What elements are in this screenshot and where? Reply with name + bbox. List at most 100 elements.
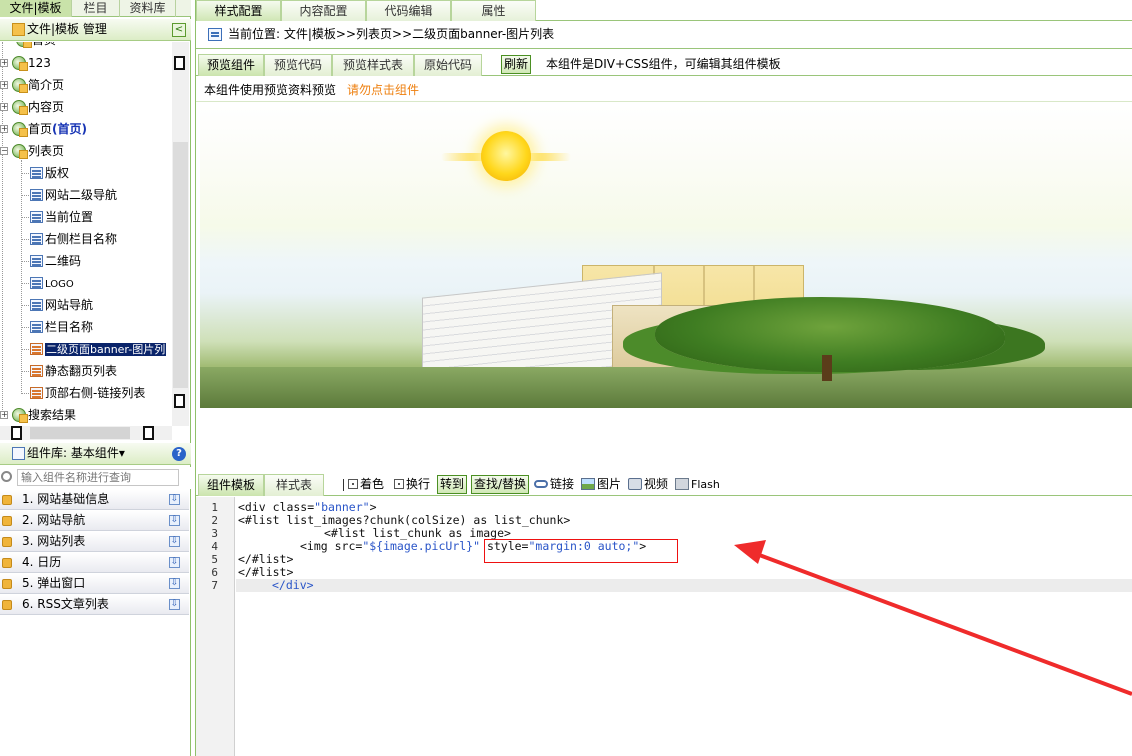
page-group-icon xyxy=(12,143,28,159)
tree-item-intro[interactable]: + 简介页 xyxy=(0,76,64,94)
tree-item-site-nav[interactable]: 网站导航 xyxy=(30,296,93,314)
scroll-thumb[interactable] xyxy=(30,427,130,439)
page-group-icon xyxy=(16,42,32,48)
expand-icon[interactable]: + xyxy=(0,125,8,133)
library-item-navigation[interactable]: 2. 网站导航 ⇩ xyxy=(0,511,189,531)
tree-item-123[interactable]: + 123 xyxy=(0,54,51,72)
collapse-button[interactable]: < xyxy=(172,23,186,37)
expand-down-icon[interactable]: ⇩ xyxy=(169,494,180,505)
library-title[interactable]: 组件库: 基本组件▾ xyxy=(27,443,125,464)
expand-icon[interactable]: + xyxy=(0,411,8,419)
link-button[interactable]: 链接 xyxy=(534,474,574,496)
component-icon xyxy=(30,188,43,201)
collapse-icon[interactable]: − xyxy=(0,147,8,155)
library-item-rss[interactable]: 6. RSS文章列表 ⇩ xyxy=(0,595,189,615)
library-item-basic-info[interactable]: 1. 网站基础信息 ⇩ xyxy=(0,490,189,510)
library-item-list[interactable]: 3. 网站列表 ⇩ xyxy=(0,532,189,552)
expand-icon[interactable]: + xyxy=(0,81,8,89)
location-icon xyxy=(208,28,222,41)
component-search-input[interactable] xyxy=(17,469,179,486)
left-panel: 文件|模板 栏目 资料库 文件|模板 管理 < 首页 + 123 + 简介页 xyxy=(0,0,191,756)
wrap-toggle[interactable]: 换行 xyxy=(394,474,430,496)
page-group-icon xyxy=(12,55,28,71)
tree-item-content[interactable]: + 内容页 xyxy=(0,98,64,116)
left-top-tabs: 文件|模板 栏目 资料库 xyxy=(0,0,191,17)
expand-down-icon[interactable]: ⇩ xyxy=(169,536,180,547)
expand-down-icon[interactable]: ⇩ xyxy=(169,515,180,526)
video-button[interactable]: 视频 xyxy=(628,474,668,496)
preview-tabs: 预览组件 预览代码 预览样式表 原始代码 刷新 本组件是DIV+CSS组件，可编… xyxy=(196,54,1132,76)
component-icon xyxy=(30,276,43,289)
tab-code-edit[interactable]: 代码编辑 xyxy=(366,0,451,21)
scroll-left-button[interactable] xyxy=(11,426,22,440)
tree-item-home[interactable]: + 首页(首页) xyxy=(0,120,87,138)
expand-icon[interactable]: + xyxy=(0,59,8,67)
color-toggle[interactable]: 着色 xyxy=(348,474,384,496)
tab-properties[interactable]: 属性 xyxy=(451,0,536,21)
component-icon xyxy=(30,210,43,223)
warning-text: 请勿点击组件 xyxy=(347,83,420,97)
scroll-down-button[interactable] xyxy=(174,394,185,408)
component-icon xyxy=(30,166,43,179)
find-replace-button[interactable]: 查找/替换 xyxy=(471,475,530,494)
tab-component-template[interactable]: 组件模板 xyxy=(198,474,264,496)
tab-preview-component[interactable]: 预览组件 xyxy=(198,54,264,76)
tree-item-qrcode[interactable]: 二维码 xyxy=(30,252,81,270)
search-icon xyxy=(1,471,12,482)
tab-preview-stylesheet[interactable]: 预览样式表 xyxy=(332,54,414,76)
component-note: 本组件是DIV+CSS组件，可编辑其组件模板 xyxy=(546,57,781,71)
help-icon[interactable]: ? xyxy=(172,447,186,461)
video-icon xyxy=(628,477,642,490)
tree-item-logo[interactable]: LOGO xyxy=(30,274,74,292)
page-group-icon xyxy=(12,121,28,137)
component-group-icon xyxy=(2,558,12,568)
tree-horizontal-scrollbar[interactable] xyxy=(0,426,172,440)
tree-item-search-results[interactable]: + 搜索结果 xyxy=(0,406,76,424)
tab-column[interactable]: 栏目 xyxy=(72,0,120,17)
library-item-popup[interactable]: 5. 弹出窗口 ⇩ xyxy=(0,574,189,594)
flash-icon xyxy=(675,477,689,490)
tree-item-list-page[interactable]: − 列表页 xyxy=(0,142,64,160)
tab-stylesheet[interactable]: 样式表 xyxy=(264,474,324,496)
checkbox-icon xyxy=(394,478,404,489)
scroll-thumb[interactable] xyxy=(173,142,188,388)
folder-icon xyxy=(12,23,25,36)
component-icon xyxy=(30,254,43,267)
tab-preview-code[interactable]: 预览代码 xyxy=(264,54,332,76)
tree-item-sub-nav[interactable]: 网站二级导航 xyxy=(30,186,117,204)
right-panel: 样式配置 内容配置 代码编辑 属性 当前位置: 文件|模板>>列表页>>二级页面… xyxy=(195,0,1132,756)
tree-item-banner-image-list[interactable]: 二级页面banner-图片列 xyxy=(30,340,167,358)
tree-vertical-scrollbar[interactable] xyxy=(172,42,189,426)
tab-content-config[interactable]: 内容配置 xyxy=(281,0,366,21)
component-group-icon xyxy=(2,495,12,505)
tree-item-location[interactable]: 当前位置 xyxy=(30,208,93,226)
component-icon xyxy=(30,364,43,377)
refresh-button[interactable]: 刷新 xyxy=(501,55,531,74)
page-group-icon xyxy=(12,99,28,115)
tab-raw-code[interactable]: 原始代码 xyxy=(414,54,482,76)
component-icon xyxy=(30,320,43,333)
scroll-up-button[interactable] xyxy=(174,56,185,70)
component-group-icon xyxy=(2,537,12,547)
tree-item-column-name[interactable]: 栏目名称 xyxy=(30,318,93,336)
checkbox-icon xyxy=(348,478,358,489)
tab-style-config[interactable]: 样式配置 xyxy=(196,0,281,21)
grass-graphic xyxy=(200,367,1132,408)
tree-item-copyright[interactable]: 版权 xyxy=(30,164,69,182)
expand-down-icon[interactable]: ⇩ xyxy=(169,557,180,568)
tree-item-right-column-name[interactable]: 右侧栏目名称 xyxy=(30,230,117,248)
goto-button[interactable]: 转到 xyxy=(437,475,468,494)
tree-item-static-pager-list[interactable]: 静态翻页列表 xyxy=(30,362,117,380)
tab-library[interactable]: 资料库 xyxy=(120,0,176,17)
flash-button[interactable]: Flash xyxy=(675,474,720,496)
tree-item-partial[interactable]: 首页 xyxy=(16,42,56,49)
scroll-right-button[interactable] xyxy=(143,426,154,440)
expand-down-icon[interactable]: ⇩ xyxy=(169,578,180,589)
image-button[interactable]: 图片 xyxy=(581,474,621,496)
expand-icon[interactable]: + xyxy=(0,103,8,111)
code-editor[interactable]: 1 2 3 4 5 6 7 <div class="banner"> <#lis… xyxy=(196,497,1132,756)
library-item-calendar[interactable]: 4. 日历 ⇩ xyxy=(0,553,189,573)
tab-file-template[interactable]: 文件|模板 xyxy=(0,0,72,17)
tree-item-top-right-links[interactable]: 顶部右侧-链接列表 xyxy=(30,384,145,402)
expand-down-icon[interactable]: ⇩ xyxy=(169,599,180,610)
